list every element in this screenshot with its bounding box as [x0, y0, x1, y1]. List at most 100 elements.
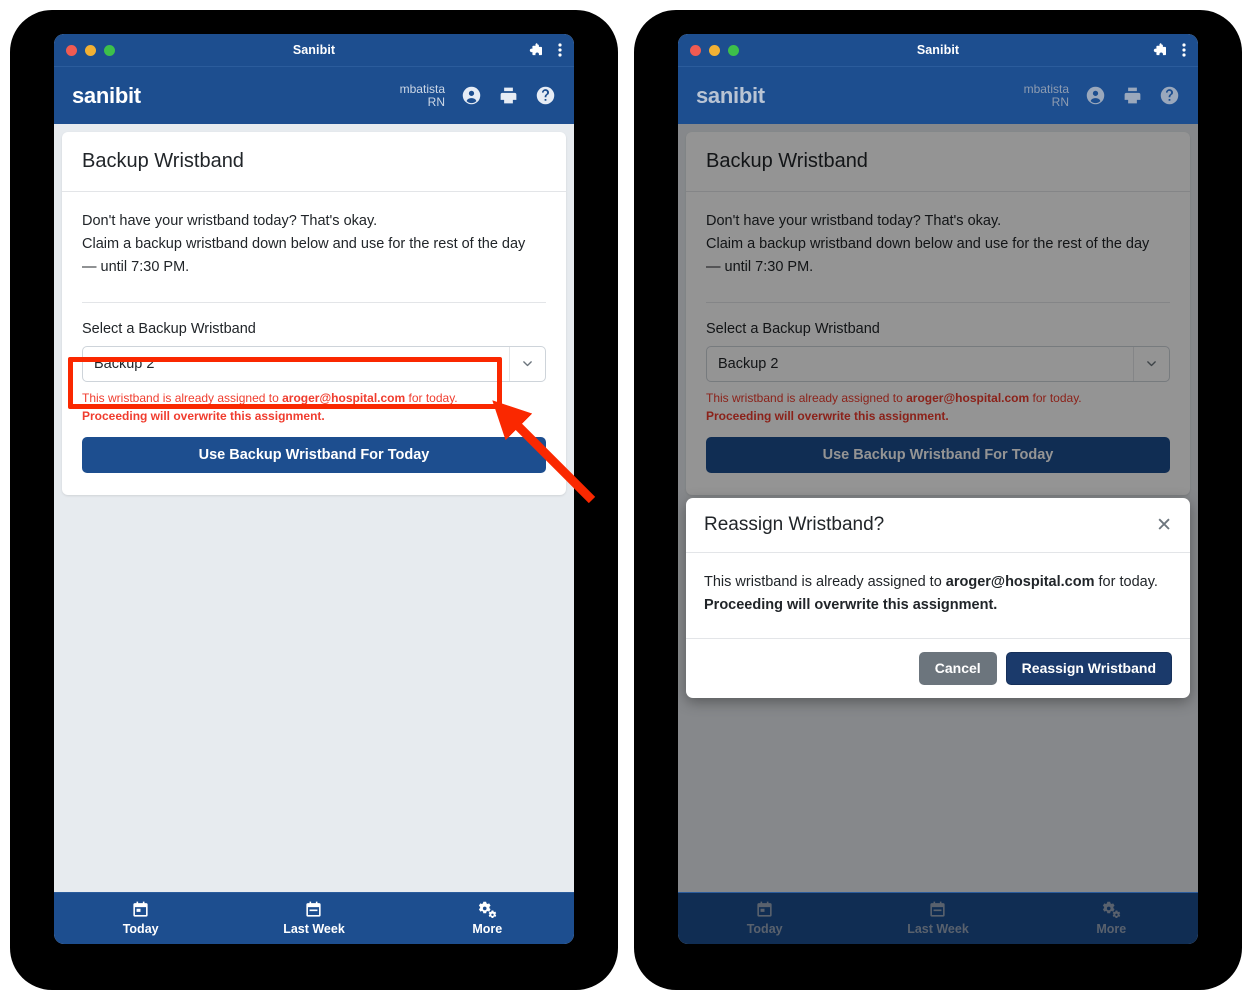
reassign-wristband-dialog: Reassign Wristband? ✕ This wristband is …: [686, 498, 1190, 698]
window-title-right: Sanibit: [916, 43, 960, 57]
backup-wristband-card-right: Backup Wristband Don't have your wristba…: [686, 132, 1190, 495]
dialog-body-suffix: for today.: [1094, 574, 1158, 590]
bottom-navigation-right: Today Last Week More: [678, 892, 1198, 944]
app-brand-logo-right[interactable]: sanibit: [696, 83, 765, 109]
user-role-right: RN: [1051, 94, 1069, 109]
card-header-right: Backup Wristband: [686, 132, 1190, 192]
warning-suffix-right: for today.: [1029, 390, 1082, 405]
help-circle-icon-right[interactable]: [1159, 85, 1180, 106]
intro-line-1: Don't have your wristband today? That's …: [82, 213, 378, 229]
intro-text-right: Don't have your wristband today? That's …: [706, 210, 1170, 280]
close-window-dot[interactable]: [66, 44, 77, 56]
user-role: RN: [427, 94, 445, 109]
warning-prefix-right: This wristband is already assigned to: [706, 390, 907, 405]
page-title-right: Backup Wristband: [706, 150, 868, 172]
assignment-warning-right: This wristband is already assigned to ar…: [706, 389, 1170, 426]
calendar-week-icon: [227, 900, 400, 919]
section-divider: [82, 301, 546, 303]
warning-suffix: for today.: [405, 390, 458, 405]
app-header-right: sanibit mbatista RN: [678, 66, 1198, 124]
nav-item-more[interactable]: More: [401, 900, 574, 937]
backup-wristband-card: Backup Wristband Don't have your wristba…: [62, 132, 566, 495]
card-body: Don't have your wristband today? That's …: [62, 192, 566, 495]
reassign-wristband-button[interactable]: Reassign Wristband: [1005, 651, 1172, 685]
intro-line-3-right: — until 7:30 PM.: [706, 259, 814, 276]
minimize-window-dot[interactable]: [85, 44, 96, 56]
dialog-footer: Cancel Reassign Wristband: [686, 639, 1190, 698]
user-name-right: mbatista: [1023, 81, 1069, 96]
page-body-left: Backup Wristband Don't have your wristba…: [54, 124, 574, 892]
dialog-body-line-2: Proceeding will overwrite this assignmen…: [704, 594, 1172, 617]
help-circle-icon[interactable]: [535, 85, 556, 106]
maximize-window-dot-right[interactable]: [728, 44, 739, 56]
user-info-right: mbatista RN: [1023, 81, 1069, 109]
dialog-body: This wristband is already assigned to ar…: [686, 553, 1190, 639]
warning-line-1-right: This wristband is already assigned to ar…: [706, 389, 1170, 408]
backup-wristband-select[interactable]: Backup 2: [82, 345, 546, 382]
backup-wristband-select-right[interactable]: Backup 2: [706, 345, 1170, 382]
warning-email-right: aroger@hospital.com: [906, 390, 1030, 405]
section-divider-right: [706, 301, 1170, 303]
puzzle-piece-icon-right[interactable]: [1152, 42, 1168, 58]
bottom-navigation-left: Today Last Week More: [54, 892, 574, 944]
dialog-body-email: aroger@hospital.com: [945, 574, 1095, 590]
nav-label-more: More: [472, 922, 503, 937]
app-screen-left: Sanibit sanibit mbatista RN Backup Wrist…: [54, 34, 574, 944]
use-backup-wristband-button[interactable]: Use Backup Wristband For Today: [82, 436, 546, 473]
intro-line-2-right: Claim a backup wristband down below and …: [706, 236, 1150, 253]
warning-prefix: This wristband is already assigned to: [82, 390, 283, 405]
dialog-header: Reassign Wristband? ✕: [686, 498, 1190, 553]
nav-label-today: Today: [122, 922, 159, 937]
app-brand-logo[interactable]: sanibit: [72, 83, 141, 109]
calendar-today-icon: [54, 900, 227, 919]
browser-chrome-right: Sanibit: [678, 34, 1198, 66]
intro-line-3: — until 7:30 PM.: [82, 259, 190, 276]
card-header: Backup Wristband: [62, 132, 566, 192]
intro-text: Don't have your wristband today? That's …: [82, 210, 546, 280]
dialog-body-line-1: This wristband is already assigned to ar…: [704, 571, 1172, 594]
account-circle-icon-right[interactable]: [1085, 85, 1106, 106]
user-name: mbatista: [399, 81, 445, 96]
browser-chrome: Sanibit: [54, 34, 574, 66]
warning-bold: Proceeding will overwrite this assignmen…: [82, 409, 325, 424]
window-title: Sanibit: [292, 43, 336, 57]
screenshot-stage: Sanibit sanibit mbatista RN Backup Wrist…: [0, 0, 1246, 1000]
user-info: mbatista RN: [399, 81, 445, 109]
chevron-down-icon[interactable]: [509, 346, 545, 381]
dialog-title: Reassign Wristband?: [704, 514, 885, 535]
traffic-lights: [66, 44, 115, 56]
printer-icon-right[interactable]: [1122, 85, 1143, 106]
warning-line-2-right: Proceeding will overwrite this assignmen…: [706, 407, 1170, 426]
warning-line-1: This wristband is already assigned to ar…: [82, 389, 546, 408]
dialog-body-bold: Proceeding will overwrite this assignmen…: [704, 597, 998, 614]
nav-item-last-week[interactable]: Last Week: [227, 900, 400, 937]
intro-line-1-right: Don't have your wristband today? That's …: [706, 213, 1002, 229]
page-body-right: Backup Wristband Don't have your wristba…: [678, 124, 1198, 892]
app-screen-right: Sanibit sanibit mbatista RN Backup Wrist…: [678, 34, 1198, 944]
assignment-warning: This wristband is already assigned to ar…: [82, 389, 546, 426]
card-body-right: Don't have your wristband today? That's …: [686, 192, 1190, 495]
maximize-window-dot[interactable]: [104, 44, 115, 56]
warning-bold-right: Proceeding will overwrite this assignmen…: [706, 409, 949, 424]
traffic-lights-right: [690, 44, 739, 56]
chevron-down-icon-right[interactable]: [1133, 346, 1169, 381]
puzzle-piece-icon[interactable]: [528, 42, 544, 58]
page-title: Backup Wristband: [82, 150, 244, 172]
bottom-nav-scrim: [678, 893, 1198, 944]
close-window-dot-right[interactable]: [690, 44, 701, 56]
select-label: Select a Backup Wristband: [82, 320, 256, 337]
account-circle-icon[interactable]: [461, 85, 482, 106]
gears-icon: [401, 900, 574, 919]
intro-line-2: Claim a backup wristband down below and …: [82, 236, 526, 253]
warning-line-2: Proceeding will overwrite this assignmen…: [82, 407, 546, 426]
close-icon[interactable]: ✕: [1156, 516, 1172, 535]
cancel-button[interactable]: Cancel: [918, 651, 997, 685]
use-backup-wristband-button-right[interactable]: Use Backup Wristband For Today: [706, 436, 1170, 473]
nav-item-today[interactable]: Today: [54, 900, 227, 937]
minimize-window-dot-right[interactable]: [709, 44, 720, 56]
app-header: sanibit mbatista RN: [54, 66, 574, 124]
printer-icon[interactable]: [498, 85, 519, 106]
three-dot-menu-icon-right[interactable]: [1182, 42, 1186, 58]
three-dot-menu-icon[interactable]: [558, 42, 562, 58]
select-value-right: Backup 2: [718, 355, 779, 372]
